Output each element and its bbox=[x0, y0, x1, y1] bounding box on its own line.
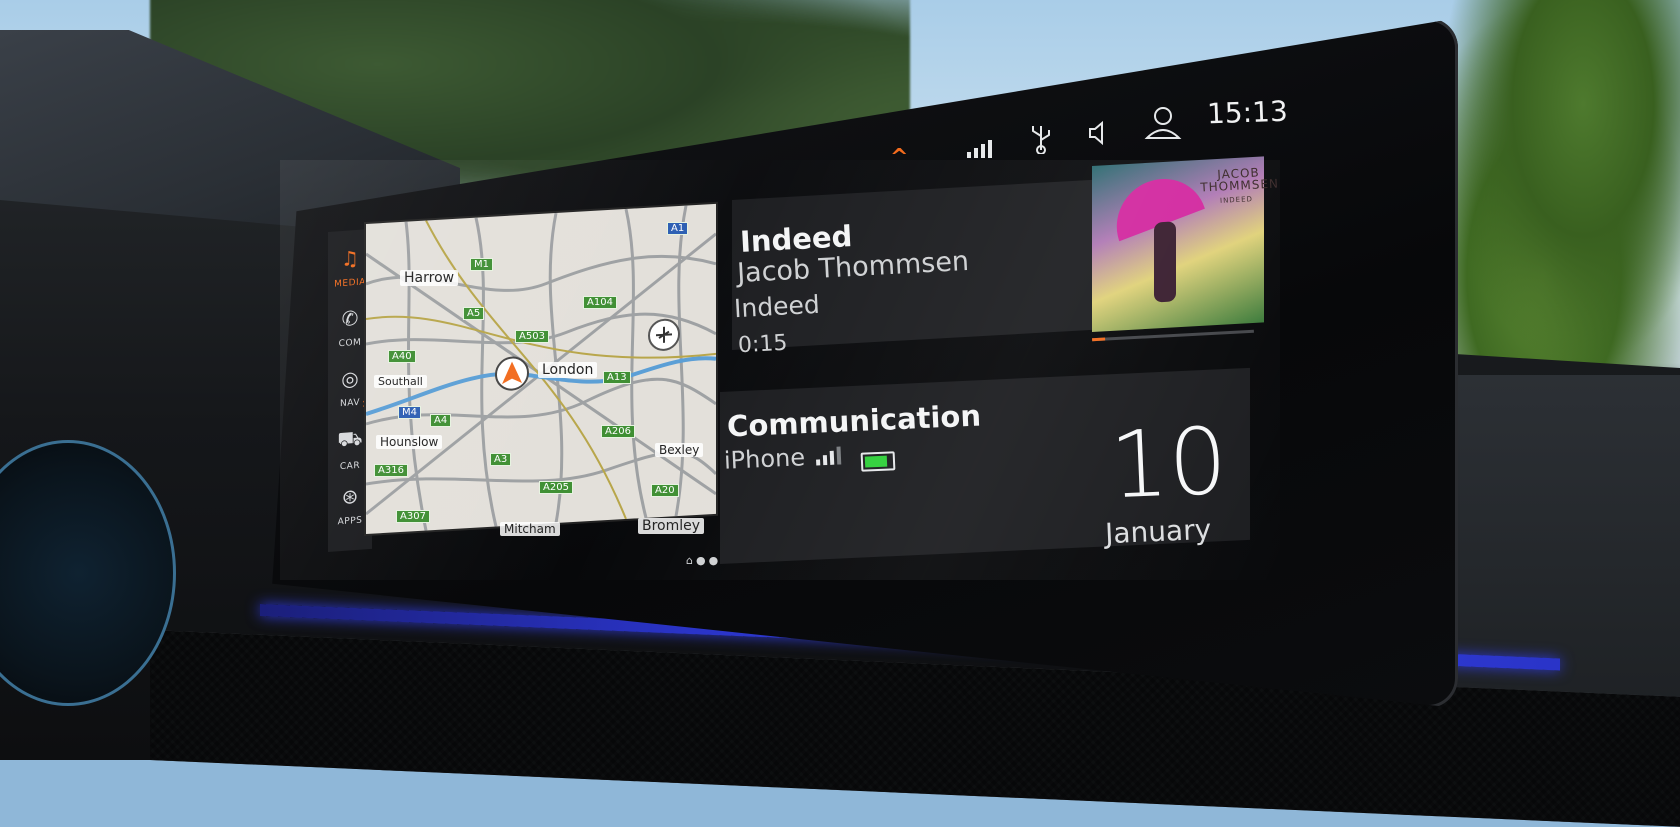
map-place-label: Southall bbox=[374, 375, 427, 388]
date-day: 10 bbox=[1107, 407, 1230, 520]
infotainment-screen: ^ 15:13 ♫ MEDIA ✆ COM ◎ NAV ⛟ CAR ⊛ APPS… bbox=[0, 0, 1680, 756]
speaker-icon[interactable] bbox=[1087, 120, 1113, 152]
map-road-label: A316 bbox=[374, 464, 408, 477]
date-month: January bbox=[1104, 512, 1212, 551]
map-place-label: London bbox=[538, 362, 598, 378]
map-road-label: A307 bbox=[396, 510, 430, 523]
clock: 15:13 bbox=[1206, 94, 1289, 131]
map-road-label: A104 bbox=[583, 296, 617, 309]
cover-figure bbox=[1154, 221, 1176, 303]
map-road-label: A5 bbox=[463, 307, 485, 320]
track-album: Indeed bbox=[733, 289, 821, 324]
map-place-label: Harrow bbox=[400, 270, 459, 286]
playback-progress[interactable] bbox=[1092, 329, 1254, 342]
map-road-label: A1 bbox=[667, 222, 689, 235]
map-place-label: Mitcham bbox=[500, 522, 560, 536]
usb-icon[interactable] bbox=[1027, 124, 1055, 160]
cover-artist-line2: THOMMSEN bbox=[1199, 176, 1280, 195]
phone-signal-icon bbox=[815, 446, 844, 470]
map-road-label: A206 bbox=[601, 425, 635, 438]
battery-icon bbox=[860, 451, 896, 472]
map-road-label: A503 bbox=[515, 330, 549, 343]
map-road-label: M4 bbox=[398, 406, 421, 419]
playback-progress-fill bbox=[1092, 337, 1106, 342]
cover-artist-text: JACOB THOMMSEN bbox=[1199, 165, 1280, 195]
signal-icon bbox=[966, 137, 996, 165]
battery-level bbox=[864, 455, 888, 468]
map-road-label: M1 bbox=[470, 258, 493, 271]
map-place-label: Bromley bbox=[638, 518, 705, 534]
map-road-label: A40 bbox=[388, 350, 416, 363]
chevron-up-icon[interactable]: ^ bbox=[890, 145, 908, 170]
map-place-label: Hounslow bbox=[376, 435, 443, 449]
map-road-label: A3 bbox=[490, 453, 512, 466]
cover-album-text: INDEED bbox=[1219, 195, 1254, 205]
track-elapsed: 0:15 bbox=[737, 330, 789, 359]
phone-device-name: iPhone bbox=[723, 443, 806, 475]
page-indicator[interactable]: ⌂●● bbox=[686, 554, 721, 567]
map-road-label: A20 bbox=[651, 484, 679, 497]
map-road-label: A13 bbox=[603, 371, 631, 384]
map-road-label: A4 bbox=[430, 414, 452, 427]
user-icon[interactable] bbox=[1143, 104, 1183, 148]
map-road-label: A205 bbox=[539, 481, 573, 494]
map-place-label: Bexley bbox=[655, 443, 704, 457]
